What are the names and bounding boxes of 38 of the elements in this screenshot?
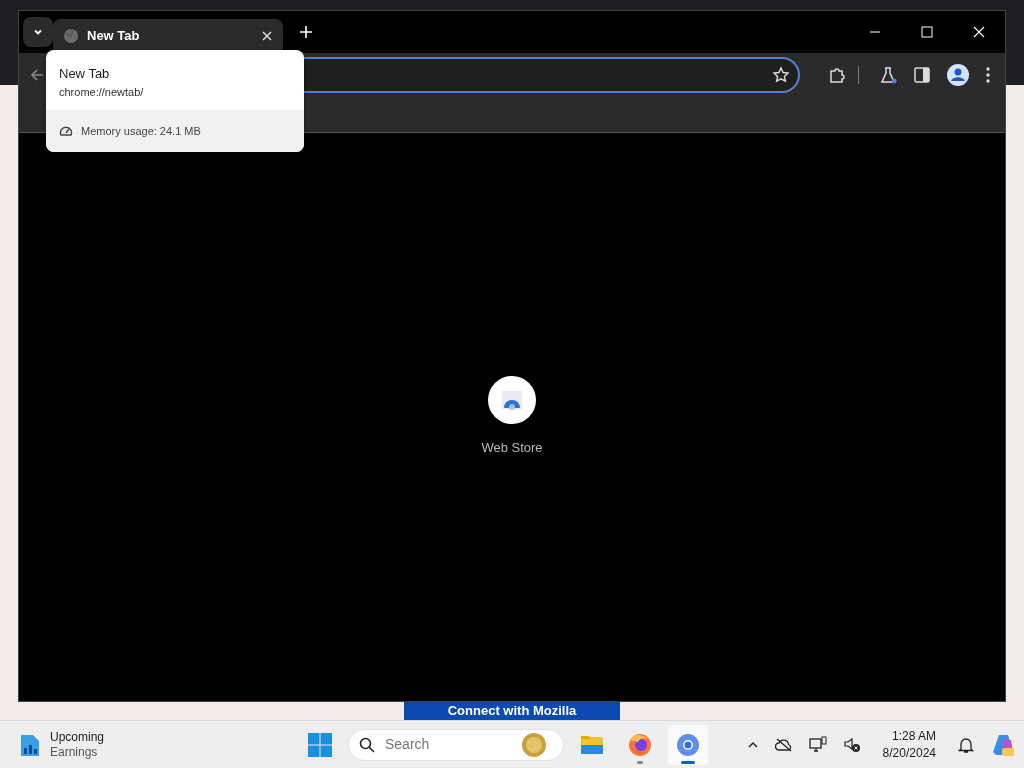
new-tab-icon[interactable]: [299, 25, 313, 39]
back-icon[interactable]: [29, 67, 45, 83]
memory-usage: Memory usage: 24.1 MB: [81, 123, 201, 139]
search-bar[interactable]: Search: [348, 728, 564, 761]
browser-tab[interactable]: New Tab: [53, 19, 283, 53]
taskbar-app-button[interactable]: [668, 724, 708, 765]
shortcut-tile[interactable]: Web Store: [475, 375, 549, 459]
flask-icon: [879, 66, 897, 84]
globe-icon: [63, 28, 79, 44]
widget-title: Upcoming: [50, 729, 105, 745]
speaker-muted-icon[interactable]: [842, 735, 861, 754]
web-store-icon: [500, 388, 524, 413]
close-icon[interactable]: [261, 30, 273, 42]
chrome-icon: [675, 731, 701, 758]
star-icon[interactable]: [772, 66, 790, 84]
tab-title: New Tab: [87, 27, 141, 46]
maximize-icon[interactable]: [921, 26, 933, 38]
widget-button[interactable]: Upcoming Earnings: [0, 728, 300, 761]
cloud-off-icon[interactable]: [774, 736, 793, 753]
clock[interactable]: 1:28 AM 8/20/2024: [876, 726, 942, 763]
shortcut-label: Web Store: [481, 439, 543, 458]
network-icon[interactable]: [808, 735, 827, 754]
windows-icon: [308, 732, 332, 757]
card-url: chrome://newtab/: [59, 84, 145, 100]
chart-icon: [20, 732, 40, 757]
firefox-icon: [627, 731, 653, 758]
bell-icon[interactable]: [958, 735, 974, 754]
widget-subtitle: Earnings: [50, 744, 99, 760]
more-icon: [985, 66, 991, 84]
connect-button[interactable]: Connect with Mozilla: [404, 702, 620, 720]
tab-search-button[interactable]: [23, 17, 53, 47]
puzzle-icon: [828, 66, 846, 84]
gauge-icon: [59, 124, 73, 138]
search-icon: [359, 736, 375, 753]
side-panel-icon: [913, 66, 931, 84]
card-title: New Tab: [59, 65, 111, 83]
avatar-icon: [947, 64, 969, 86]
search-input[interactable]: Search: [383, 733, 513, 756]
